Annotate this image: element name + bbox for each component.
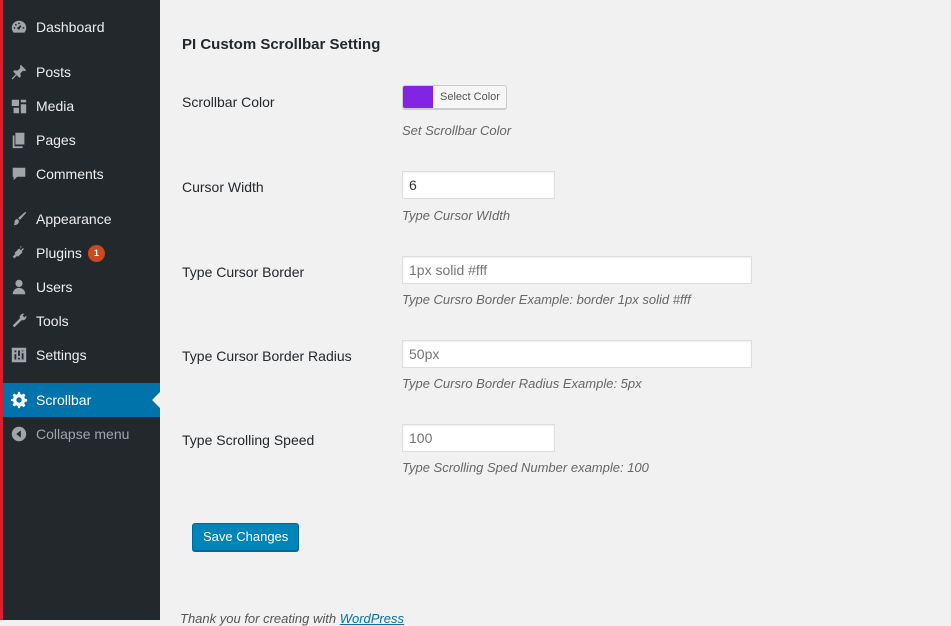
plug-icon	[9, 243, 29, 263]
sidebar-item-label: Users	[36, 279, 73, 295]
cursor-width-input[interactable]	[402, 171, 555, 199]
dashboard-icon	[9, 17, 29, 37]
sidebar-item-label: Collapse menu	[36, 426, 130, 442]
main-content: PI Custom Scrollbar Setting Scrollbar Co…	[160, 0, 951, 626]
sidebar-item-label: Plugins	[36, 245, 82, 261]
sidebar-item-appearance[interactable]: Appearance	[3, 202, 160, 236]
comment-icon	[9, 164, 29, 184]
sidebar-item-label: Posts	[36, 64, 72, 80]
pages-icon	[9, 130, 29, 150]
wrench-icon	[9, 311, 29, 331]
active-menu-arrow	[152, 392, 160, 408]
sidebar-item-dashboard[interactable]: Dashboard	[3, 10, 160, 44]
scrolling-speed-label: Type Scrolling Speed	[182, 432, 315, 448]
cursor-border-radius-input[interactable]	[402, 340, 752, 368]
cursor-width-description: Type Cursor WIdth	[402, 208, 511, 223]
cursor-border-input[interactable]	[402, 256, 752, 284]
plugin-update-badge: 1	[87, 244, 105, 262]
sidebar-item-label: Appearance	[36, 211, 112, 227]
cursor-width-label: Cursor Width	[182, 179, 264, 195]
sidebar-item-comments[interactable]: Comments	[3, 157, 160, 191]
sidebar-item-posts[interactable]: Posts	[3, 55, 160, 89]
color-swatch[interactable]	[403, 86, 433, 108]
cursor-border-description: Type Cursro Border Example: border 1px s…	[402, 292, 691, 307]
sidebar-item-users[interactable]: Users	[3, 270, 160, 304]
sidebar-item-label: Scrollbar	[36, 392, 92, 408]
sidebar-item-label: Tools	[36, 313, 69, 329]
sidebar-item-media[interactable]: Media	[3, 89, 160, 123]
admin-sidebar: Dashboard Posts Media Pages Comments App…	[0, 0, 160, 620]
sidebar-item-settings[interactable]: Settings	[3, 338, 160, 372]
sidebar-item-label: Dashboard	[36, 19, 105, 35]
user-icon	[9, 277, 29, 297]
sidebar-item-plugins[interactable]: Plugins 1	[3, 236, 160, 270]
scrolling-speed-description: Type Scrolling Sped Number example: 100	[402, 460, 649, 475]
sidebar-item-label: Pages	[36, 132, 76, 148]
cursor-border-label: Type Cursor Border	[182, 264, 305, 280]
paintbrush-icon	[9, 209, 29, 229]
color-picker-button[interactable]: Select Color	[402, 85, 507, 109]
collapse-arrow-icon	[9, 424, 29, 444]
media-icon	[9, 96, 29, 116]
wordpress-link[interactable]: WordPress	[340, 611, 404, 626]
color-picker-control[interactable]: Select Color	[402, 85, 507, 109]
sidebar-item-label: Settings	[36, 347, 87, 363]
footer-text: Thank you for creating with	[180, 611, 340, 626]
sidebar-item-scrollbar[interactable]: Scrollbar	[3, 383, 160, 417]
sidebar-item-label: Comments	[36, 166, 104, 182]
cursor-border-radius-description: Type Cursro Border Radius Example: 5px	[402, 376, 642, 391]
scrollbar-color-description: Set Scrollbar Color	[402, 123, 512, 138]
pin-icon	[9, 62, 29, 82]
collapse-menu-button[interactable]: Collapse menu	[3, 417, 160, 451]
admin-footer: Thank you for creating with WordPress	[180, 611, 404, 626]
sidebar-item-tools[interactable]: Tools	[3, 304, 160, 338]
select-color-label: Select Color	[433, 86, 506, 108]
cursor-border-radius-label: Type Cursor Border Radius	[182, 348, 352, 364]
page-title: PI Custom Scrollbar Setting	[182, 36, 381, 53]
sidebar-item-pages[interactable]: Pages	[3, 123, 160, 157]
save-changes-button[interactable]: Save Changes	[192, 523, 300, 551]
scrolling-speed-input[interactable]	[402, 424, 555, 452]
sidebar-item-label: Media	[36, 98, 75, 114]
gear-icon	[9, 390, 29, 410]
scrollbar-color-label: Scrollbar Color	[182, 94, 275, 110]
sliders-icon	[9, 345, 29, 365]
